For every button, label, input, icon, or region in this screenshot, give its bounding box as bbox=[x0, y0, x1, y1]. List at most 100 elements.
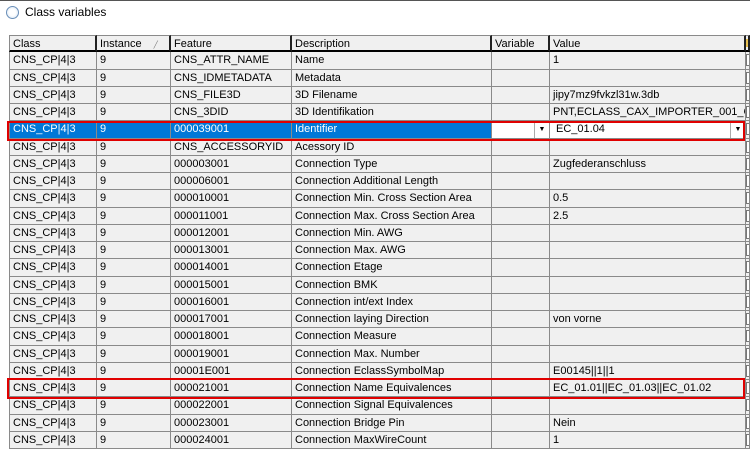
checkbox[interactable] bbox=[746, 261, 749, 274]
row-checkbox-cell[interactable] bbox=[746, 414, 750, 432]
row-checkbox-cell[interactable] bbox=[746, 224, 750, 242]
class-cell[interactable]: CNS_CP|4|3 bbox=[9, 276, 97, 294]
row-checkbox-cell[interactable] bbox=[746, 52, 750, 70]
row-checkbox-cell[interactable] bbox=[746, 121, 750, 139]
description-cell[interactable]: Connection Min. AWG bbox=[292, 224, 492, 242]
checkbox[interactable] bbox=[746, 226, 749, 239]
checkbox[interactable] bbox=[746, 399, 749, 412]
row-checkbox-cell[interactable] bbox=[746, 345, 750, 363]
description-cell[interactable]: 3D Filename bbox=[292, 86, 492, 104]
table-row[interactable]: CNS_CP|4|3 9 000016001 Connection int/ext I… bbox=[9, 293, 750, 311]
class-cell[interactable]: CNS_CP|4|3 bbox=[9, 104, 97, 122]
variable-cell[interactable] bbox=[492, 345, 550, 363]
column-header-feature[interactable]: Feature bbox=[171, 35, 292, 53]
class-cell[interactable]: CNS_CP|4|3 bbox=[9, 138, 97, 156]
row-checkbox-cell[interactable] bbox=[746, 104, 750, 122]
variable-cell[interactable] bbox=[492, 86, 550, 104]
feature-cell[interactable]: 000023001 bbox=[171, 414, 292, 432]
feature-cell[interactable]: 000011001 bbox=[171, 207, 292, 225]
instance-cell[interactable]: 9 bbox=[97, 190, 171, 208]
feature-cell[interactable]: 000014001 bbox=[171, 259, 292, 277]
value-cell[interactable] bbox=[550, 173, 746, 191]
table-row[interactable]: CNS_CP|4|3 9 000024001 Connection MaxWireCo… bbox=[9, 431, 750, 449]
variable-cell[interactable] bbox=[492, 276, 550, 294]
instance-cell[interactable]: 9 bbox=[97, 121, 171, 139]
instance-cell[interactable]: 9 bbox=[97, 276, 171, 294]
description-cell[interactable]: Connection Max. Number bbox=[292, 345, 492, 363]
value-cell[interactable] bbox=[550, 259, 746, 277]
variable-cell[interactable] bbox=[492, 328, 550, 346]
value-cell[interactable] bbox=[550, 397, 746, 415]
value-cell[interactable]: 2.5 bbox=[550, 207, 746, 225]
table-row[interactable]: CNS_CP|4|3 9 000003001 Connection Type Zugfe… bbox=[9, 155, 750, 173]
instance-cell[interactable]: 9 bbox=[97, 104, 171, 122]
row-checkbox-cell[interactable] bbox=[746, 397, 750, 415]
variable-cell[interactable] bbox=[492, 155, 550, 173]
feature-cell[interactable]: CNS_ACCESSORYID bbox=[171, 138, 292, 156]
table-row[interactable]: CNS_CP|4|3 9 000013001 Connection Max. AWG bbox=[9, 242, 750, 260]
value-dropdown[interactable]: EC_01.04 ▼ bbox=[550, 121, 746, 139]
value-cell[interactable] bbox=[550, 345, 746, 363]
feature-cell[interactable]: 000012001 bbox=[171, 224, 292, 242]
table-row[interactable]: CNS_CP|4|3 9 000022001 Connection Signal Eq… bbox=[9, 397, 750, 415]
instance-cell[interactable]: 9 bbox=[97, 52, 171, 70]
variable-cell[interactable] bbox=[492, 207, 550, 225]
feature-cell[interactable]: 000024001 bbox=[171, 431, 292, 449]
description-cell[interactable]: Connection Name Equivalences bbox=[292, 380, 492, 398]
value-cell[interactable] bbox=[550, 293, 746, 311]
table-row[interactable]: CNS_CP|4|3 9 CNS_3DID 3D Identifikation PNT,… bbox=[9, 104, 750, 122]
variable-cell[interactable] bbox=[492, 380, 550, 398]
class-cell[interactable]: CNS_CP|4|3 bbox=[9, 259, 97, 277]
checkbox[interactable] bbox=[746, 71, 749, 84]
checkbox[interactable] bbox=[746, 433, 749, 446]
instance-cell[interactable]: 9 bbox=[97, 414, 171, 432]
description-cell[interactable]: Metadata bbox=[292, 69, 492, 87]
feature-cell[interactable]: 000019001 bbox=[171, 345, 292, 363]
class-cell[interactable]: CNS_CP|4|3 bbox=[9, 121, 97, 139]
feature-cell[interactable]: 000018001 bbox=[171, 328, 292, 346]
column-header-class[interactable]: Class bbox=[9, 35, 97, 53]
instance-cell[interactable]: 9 bbox=[97, 431, 171, 449]
description-cell[interactable]: Connection BMK bbox=[292, 276, 492, 294]
table-row[interactable]: CNS_CP|4|3 9 000010001 Connection Min. Cros… bbox=[9, 190, 750, 208]
feature-cell[interactable]: 00001E001 bbox=[171, 362, 292, 380]
checkbox[interactable] bbox=[746, 106, 749, 118]
checkbox[interactable] bbox=[746, 347, 749, 360]
table-row[interactable]: CNS_CP|4|3 9 CNS_ATTR_NAME Name 1 bbox=[9, 52, 750, 70]
instance-cell[interactable]: 9 bbox=[97, 397, 171, 415]
value-cell[interactable] bbox=[550, 242, 746, 260]
checkbox[interactable] bbox=[746, 54, 749, 67]
row-checkbox-cell[interactable] bbox=[746, 242, 750, 260]
checkbox[interactable] bbox=[746, 382, 749, 394]
value-cell[interactable]: EC_01.01||EC_01.03||EC_01.02 bbox=[550, 380, 746, 398]
table-row[interactable]: CNS_CP|4|3 9 000012001 Connection Min. AWG bbox=[9, 224, 750, 242]
checkbox[interactable] bbox=[746, 88, 749, 101]
class-cell[interactable]: CNS_CP|4|3 bbox=[9, 52, 97, 70]
class-cell[interactable]: CNS_CP|4|3 bbox=[9, 173, 97, 191]
description-cell[interactable]: Connection Measure bbox=[292, 328, 492, 346]
row-checkbox-cell[interactable] bbox=[746, 311, 750, 329]
value-cell[interactable]: 0.5 bbox=[550, 190, 746, 208]
checkbox[interactable] bbox=[746, 364, 749, 377]
table-row[interactable]: CNS_CP|4|3 9 CNS_FILE3D 3D Filename jipy7mz9… bbox=[9, 86, 750, 104]
description-cell[interactable]: 3D Identifikation bbox=[292, 104, 492, 122]
checkbox[interactable] bbox=[746, 330, 749, 343]
description-cell[interactable]: Connection int/ext Index bbox=[292, 293, 492, 311]
instance-cell[interactable]: 9 bbox=[97, 242, 171, 260]
instance-cell[interactable]: 9 bbox=[97, 293, 171, 311]
feature-cell[interactable]: 000010001 bbox=[171, 190, 292, 208]
feature-cell[interactable]: CNS_IDMETADATA bbox=[171, 69, 292, 87]
variable-cell[interactable] bbox=[492, 52, 550, 70]
column-header-description[interactable]: Description bbox=[292, 35, 492, 53]
row-checkbox-cell[interactable] bbox=[746, 380, 750, 398]
row-checkbox-cell[interactable] bbox=[746, 155, 750, 173]
instance-cell[interactable]: 9 bbox=[97, 259, 171, 277]
variable-cell[interactable] bbox=[492, 362, 550, 380]
variable-cell[interactable] bbox=[492, 224, 550, 242]
variable-cell[interactable] bbox=[492, 173, 550, 191]
value-cell[interactable]: E00145||1||1 bbox=[550, 362, 746, 380]
feature-cell[interactable]: CNS_3DID bbox=[171, 104, 292, 122]
checkbox[interactable] bbox=[746, 123, 749, 136]
class-cell[interactable]: CNS_CP|4|3 bbox=[9, 224, 97, 242]
value-cell[interactable]: PNT,ECLASS_CAX_IMPORTER_001_CP_4 bbox=[550, 104, 746, 122]
